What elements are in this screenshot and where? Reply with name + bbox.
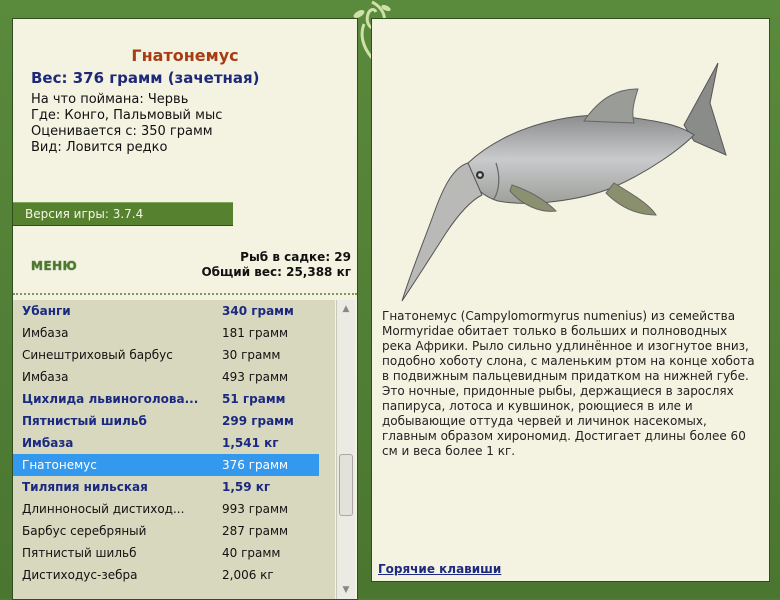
keepnet-stats: Рыб в садке: 29 Общий вес: 25,388 кг — [201, 250, 351, 280]
catch-fish-name: Длинноносый дистиход... — [22, 502, 185, 516]
catch-fish-name: Тиляпия нильская — [22, 480, 148, 494]
catch-fish-name: Синештриховый барбус — [22, 348, 173, 362]
catch-row[interactable]: Пятнистый шильб 40 грамм — [13, 542, 319, 564]
catch-fish-name: Имбаза — [22, 326, 69, 340]
catch-fish-weight: 1,59 кг — [222, 480, 271, 494]
catch-fish-weight: 1,541 кг — [222, 436, 279, 450]
catch-fish-weight: 376 грамм — [222, 458, 289, 472]
catch-fish-name: Имбаза — [22, 370, 69, 384]
divider — [13, 293, 357, 295]
catch-row[interactable]: Длинноносый дистиход... 993 грамм — [13, 498, 319, 520]
catch-fish-weight: 2,006 кг — [222, 568, 274, 582]
catch-fish-weight: 40 грамм — [222, 546, 281, 560]
catch-list-scrollbar[interactable]: ▲ ▼ — [336, 300, 355, 599]
catch-row[interactable]: Тиляпия нильская 1,59 кг — [13, 476, 319, 498]
catch-fish-name: Пятнистый шильб — [22, 546, 137, 560]
fish-weight: Вес: 376 грамм (зачетная) — [31, 69, 260, 87]
right-panel: Гнатонемус (Campylomormyrus numenius) из… — [371, 18, 770, 582]
fish-description: Гнатонемус (Campylomormyrus numenius) из… — [382, 309, 755, 458]
catch-row[interactable]: Убанги 340 грамм — [13, 300, 319, 322]
total-weight: Общий вес: 25,388 кг — [201, 265, 351, 279]
fish-location: Где: Конго, Пальмовый мыс — [31, 108, 223, 123]
fish-info-box: Гнатонемус Вес: 376 грамм (зачетная) На … — [13, 19, 357, 209]
catch-fish-name: Пятнистый шильб — [22, 414, 147, 428]
left-panel: Гнатонемус Вес: 376 грамм (зачетная) На … — [12, 18, 358, 600]
catch-row[interactable]: Дистиходус-зебра 2,006 кг — [13, 564, 319, 586]
catch-fish-name: Цихлида львиноголова... — [22, 392, 199, 406]
fish-bait: На что поймана: Червь — [31, 92, 189, 107]
catch-fish-weight: 181 грамм — [222, 326, 289, 340]
catch-row[interactable]: Имбаза 181 грамм — [13, 322, 319, 344]
game-version: Версия игры: 3.7.4 — [13, 202, 233, 226]
fish-rarity: Вид: Ловится редко — [31, 140, 168, 155]
catch-fish-name: Барбус серебряный — [22, 524, 147, 538]
fish-score-threshold: Оценивается с: 350 грамм — [31, 124, 213, 139]
hotkeys-link[interactable]: Горячие клавиши — [378, 562, 501, 576]
fish-count: Рыб в садке: 29 — [240, 250, 351, 264]
catch-fish-weight: 340 грамм — [222, 304, 294, 318]
catch-row[interactable]: Пятнистый шильб 299 грамм — [13, 410, 319, 432]
catch-fish-name: Убанги — [22, 304, 71, 318]
catch-list[interactable]: Убанги 340 грамм Имбаза 181 грамм Синештрихо… — [13, 300, 335, 599]
fish-title: Гнатонемус — [131, 46, 239, 65]
fish-illustration — [401, 62, 727, 302]
scrollbar-thumb[interactable] — [339, 454, 353, 516]
catch-fish-weight: 287 грамм — [222, 524, 289, 538]
catch-fish-name: Гнатонемус — [22, 458, 97, 472]
catch-fish-weight: 493 грамм — [222, 370, 289, 384]
catch-row-selected[interactable]: Гнатонемус 376 грамм — [13, 454, 319, 476]
catch-fish-name: Дистиходус-зебра — [22, 568, 138, 582]
catch-row[interactable]: Синештриховый барбус 30 грамм — [13, 344, 319, 366]
catch-fish-weight: 993 грамм — [222, 502, 289, 516]
fish-details: На что поймана: Червь Где: Конго, Пальмо… — [31, 92, 222, 156]
catch-fish-weight: 51 грамм — [222, 392, 286, 406]
catch-row[interactable]: Имбаза 493 грамм — [13, 366, 319, 388]
menu-button[interactable]: МЕНЮ — [31, 259, 77, 273]
catch-fish-weight: 299 грамм — [222, 414, 294, 428]
catch-row[interactable]: Имбаза 1,541 кг — [13, 432, 319, 454]
catch-fish-weight: 30 грамм — [222, 348, 281, 362]
catch-fish-name: Имбаза — [22, 436, 74, 450]
catch-row[interactable]: Цихлида львиноголова... 51 грамм — [13, 388, 319, 410]
catch-row[interactable]: Барбус серебряный 287 грамм — [13, 520, 319, 542]
game-frame: Гнатонемус Вес: 376 грамм (зачетная) На … — [0, 0, 780, 600]
arrow-up-icon[interactable]: ▲ — [339, 302, 353, 316]
arrow-down-icon[interactable]: ▼ — [339, 583, 353, 597]
